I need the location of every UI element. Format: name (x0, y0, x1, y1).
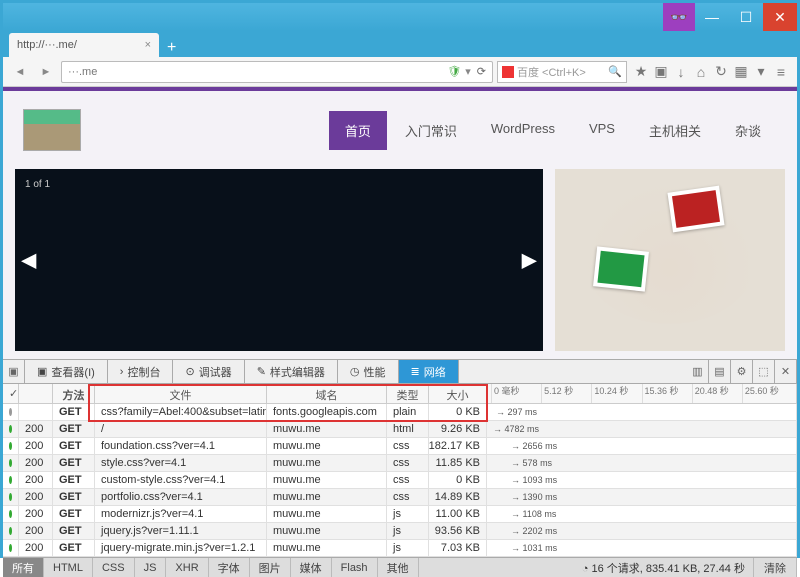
network-row[interactable]: 200GETfoundation.css?ver=4.1muwu.mecss18… (3, 438, 797, 455)
clear-button[interactable]: 清除 (753, 558, 797, 577)
network-row[interactable]: 200GETstyle.css?ver=4.1muwu.mecss11.85 K… (3, 455, 797, 472)
toolbar-icon[interactable]: ⌂ (691, 62, 711, 82)
slide-thumb (593, 246, 649, 291)
col-domain[interactable]: 域名 (267, 384, 387, 403)
nav-link[interactable]: WordPress (475, 111, 571, 150)
toolbar-icon[interactable]: ↓ (671, 62, 691, 82)
filter-button[interactable]: 媒体 (291, 558, 332, 577)
col-check[interactable]: ✓ (3, 384, 19, 403)
site-logo[interactable] (23, 109, 81, 151)
shield-icon[interactable]: 🛡 (447, 65, 461, 78)
tab-title: http://···.me/ (17, 39, 77, 51)
maximize-button[interactable]: ☐ (729, 3, 763, 31)
filter-button[interactable]: 所有 (3, 558, 44, 577)
next-arrow-icon[interactable]: ▶ (522, 248, 537, 273)
network-row[interactable]: 200GETportfolio.css?ver=4.1muwu.mecss14.… (3, 489, 797, 506)
devtools-tab[interactable]: ◷性能 (338, 360, 399, 383)
col-type[interactable]: 类型 (387, 384, 429, 403)
hero-slider[interactable]: 1 of 1 ◀ ▶ (15, 169, 543, 351)
forward-button[interactable]: ► (35, 61, 57, 83)
slide-thumb (667, 186, 724, 233)
devtools-tab[interactable]: ≣网络 (399, 360, 459, 383)
devtools-tab[interactable]: ⊙调试器 (173, 360, 244, 383)
nav-link[interactable]: 首页 (329, 111, 387, 150)
close-button[interactable]: ✕ (763, 3, 797, 31)
nav-link[interactable]: 主机相关 (633, 111, 717, 150)
nav-link[interactable]: 入门常识 (389, 111, 473, 150)
toolbar-icon[interactable]: ★ (631, 62, 651, 82)
toolbar-icon[interactable]: ▣ (651, 62, 671, 82)
filter-button[interactable]: HTML (44, 558, 93, 577)
filter-button[interactable]: XHR (166, 558, 208, 577)
devtools-tab[interactable]: ›控制台 (108, 360, 174, 383)
prev-arrow-icon[interactable]: ◀ (21, 248, 36, 273)
devtools-side-icon[interactable]: ▤ (709, 360, 731, 383)
url-text: ···.me (68, 66, 97, 78)
network-headers: ✓ 方法 文件 域名 类型 大小 0 毫秒5.12 秒10.24 秒15.36 … (3, 384, 797, 404)
url-dropdown-icon[interactable]: ▾ (465, 65, 471, 78)
toolbar-icon[interactable]: ≡ (771, 62, 791, 82)
network-row[interactable]: 200GETjquery-migrate.min.js?ver=1.2.1muw… (3, 540, 797, 557)
url-input[interactable]: ···.me 🛡 ▾ ⟳ (61, 61, 493, 83)
devtools-side-icon[interactable]: ✕ (775, 360, 797, 383)
devtools-side-icon[interactable]: ⬚ (753, 360, 775, 383)
new-tab-button[interactable]: + (159, 39, 184, 57)
devtools-side-icon[interactable]: ⚙ (731, 360, 753, 383)
browser-tab[interactable]: http://···.me/ × (9, 33, 159, 57)
devtools-tab[interactable]: ▣查看器(I) (25, 360, 108, 383)
devtools-tabs: ▣ ▣查看器(I)›控制台⊙调试器✎样式编辑器◷性能≣网络 ▥▤⚙⬚✕ (3, 360, 797, 384)
search-input[interactable]: 百度 <Ctrl+K> 🔍 (497, 61, 627, 83)
filter-button[interactable]: 图片 (250, 558, 291, 577)
devtools-popout-icon[interactable]: ▣ (3, 360, 25, 383)
devtools-tab[interactable]: ✎样式编辑器 (245, 360, 338, 383)
search-go-icon[interactable]: 🔍 (608, 65, 622, 78)
network-row[interactable]: 200GETmodernizr.js?ver=4.1muwu.mejs11.00… (3, 506, 797, 523)
col-timeline[interactable]: 0 毫秒5.12 秒10.24 秒15.36 秒20.48 秒25.60 秒 (487, 384, 797, 403)
devtools-panel: ▣ ▣查看器(I)›控制台⊙调试器✎样式编辑器◷性能≣网络 ▥▤⚙⬚✕ ✓ 方法 … (3, 359, 797, 577)
site-nav: 首页入门常识WordPressVPS主机相关杂谈 (329, 111, 777, 150)
toolbar-icon[interactable]: ▾ (751, 62, 771, 82)
nav-link[interactable]: VPS (573, 111, 631, 150)
browser-toolbar: ◄ ► ···.me 🛡 ▾ ⟳ 百度 <Ctrl+K> 🔍 ★▣↓⌂↻▦▾≡ (3, 57, 797, 87)
filter-button[interactable]: 其他 (378, 558, 419, 577)
network-row[interactable]: 200GET/muwu.mehtml9.26 KB→ 4782 ms (3, 421, 797, 438)
tab-close-icon[interactable]: × (145, 39, 151, 51)
network-row[interactable]: 200GETcustom-style.css?ver=4.1muwu.mecss… (3, 472, 797, 489)
status-text: ◔ 16 个请求, 835.41 KB, 27.44 秒 (574, 560, 753, 576)
col-size[interactable]: 大小 (429, 384, 487, 403)
baidu-icon (502, 66, 514, 78)
incognito-icon: 👓 (663, 3, 695, 31)
filter-button[interactable]: JS (135, 558, 167, 577)
toolbar-icon[interactable]: ↻ (711, 62, 731, 82)
slide-counter: 1 of 1 (25, 179, 50, 190)
back-button[interactable]: ◄ (9, 61, 31, 83)
sidebar-image (555, 169, 785, 351)
filter-button[interactable]: CSS (93, 558, 135, 577)
toolbar-icon[interactable]: ▦ (731, 62, 751, 82)
reload-icon[interactable]: ⟳ (477, 65, 486, 78)
filter-button[interactable]: Flash (332, 558, 378, 577)
filter-button[interactable]: 字体 (209, 558, 250, 577)
minimize-button[interactable]: — (695, 3, 729, 31)
devtools-side-icon[interactable]: ▥ (687, 360, 709, 383)
col-method[interactable]: 方法 (53, 384, 95, 403)
nav-link[interactable]: 杂谈 (719, 111, 777, 150)
search-placeholder: 百度 <Ctrl+K> (517, 64, 586, 80)
network-row[interactable]: GETcss?family=Abel:400&subset=latin…font… (3, 404, 797, 421)
window-titlebar: 👓 — ☐ ✕ (3, 3, 797, 31)
col-file[interactable]: 文件 (95, 384, 267, 403)
col-status[interactable] (19, 384, 53, 403)
page-content: 首页入门常识WordPressVPS主机相关杂谈 1 of 1 ◀ ▶ (3, 87, 797, 359)
devtools-footer: 所有HTMLCSSJSXHR字体图片媒体Flash其他 ◔ 16 个请求, 835… (3, 557, 797, 577)
tab-bar: http://···.me/ × + (3, 31, 797, 57)
network-row[interactable]: 200GETjquery.js?ver=1.11.1muwu.mejs93.56… (3, 523, 797, 540)
